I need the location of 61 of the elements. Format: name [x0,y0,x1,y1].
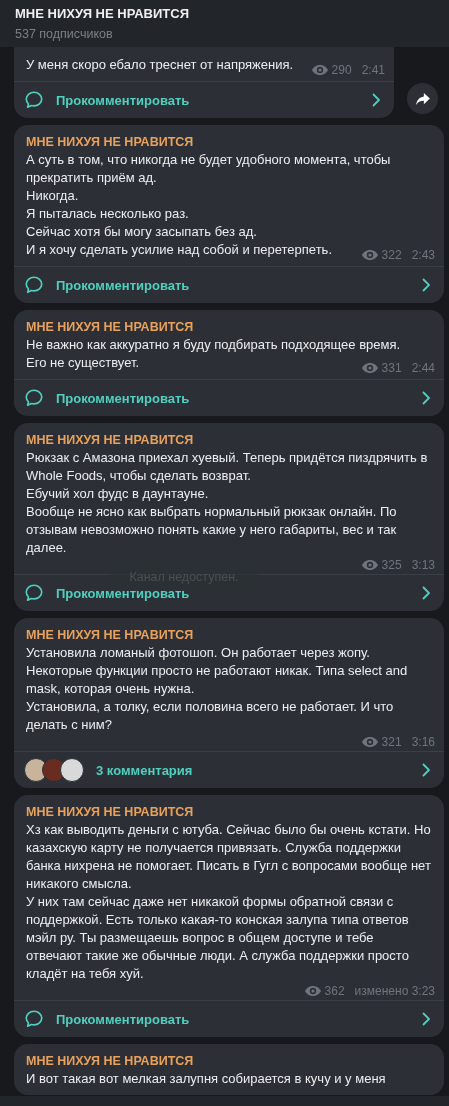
chevron-icon [372,93,380,107]
view-count: 325 [381,558,402,572]
message-text: Установила ломаный фотошоп. Он работает через жопу. [26,644,371,662]
message-time: 2:43 [411,248,435,262]
message-text: Сейчас хотя бы могу засыпать без ад. [26,223,258,241]
author-name: МНЕ НИХУЯ НЕ НРАВИТСЯ [25,627,195,643]
share-icon [415,92,430,105]
channel-title: МНЕ НИХУЯ НЕ НРАВИТСЯ [15,5,190,23]
eye-icon [311,65,328,75]
author-name: МНЕ НИХУЯ НЕ НРАВИТСЯ [25,804,195,820]
chevron-icon [422,391,430,405]
chevron-icon [422,278,430,292]
view-count: 322 [381,248,402,262]
comment-icon [24,1009,44,1029]
chevron-icon [422,763,430,777]
message-text: Ебучий хол фудс в даунтауне. [26,485,210,503]
message-text: Его не существует. [26,355,140,370]
message-text: У меня скоро ебало треснет от напряжения. [26,57,294,72]
comment-icon [24,583,44,603]
message-time: изменено 3:23 [354,984,435,998]
message-text: Не важно как аккуратно я буду подбирать подходящее время. [26,336,402,354]
eye-icon [361,363,378,373]
comments-button[interactable]: 3 комментария [14,751,444,788]
message-text: Вообще не ясно как выбрать нормальный рюкзак онлайн. По отзывам невозможно понять какие у него габариты, вес и так далее. [26,504,397,555]
comments-button[interactable]: Прокомментировать [14,379,444,416]
author-name: МНЕ НИХУЯ НЕ НРАВИТСЯ [25,1053,195,1069]
chevron-icon [422,586,430,600]
message-time: 3:13 [411,558,435,572]
message-time: 2:41 [361,63,385,77]
comments-button[interactable]: Прокомментировать [14,1000,444,1037]
view-count: 362 [324,984,345,998]
comments-button[interactable]: Прокомментировать [14,81,394,118]
comment-icon [24,90,44,110]
author-name: МНЕ НИХУЯ НЕ НРАВИТСЯ [25,134,195,150]
message-text: Никогда. [26,187,80,205]
view-count: 321 [381,735,402,749]
chevron-icon [422,1012,430,1026]
message-time: 3:16 [411,735,435,749]
message-text: Установила, а толку, если половина всего не работает. И что делать с ним? [26,699,394,732]
eye-icon [361,560,378,570]
message-text: Рюкзак с Амазона приехал хуевый. Теперь придётся пиздрячить в Whole Foods, чтобы сделать возврат. [26,449,429,485]
message-text: А суть в том, что никогда не будет удобного момента, чтобы прекратить приём ад. [26,151,392,187]
author-name: МНЕ НИХУЯ НЕ НРАВИТСЯ [25,432,195,448]
eye-icon [304,986,321,996]
subscriber-count: 537 подписчиков [15,26,114,43]
comment-icon [24,388,44,408]
eye-icon [361,250,378,260]
message-text: У них там сейчас даже нет никакой формы обратной связи с поддержкой. Есть только какая-то конская залупа типа ответов мэйл ру. Ты размещаешь вопрос в общем доступе и тебе отвечают такие же обычные люди. А служба поддержки просто кладёт на тебя хуй. [26,894,409,981]
message-text: Я пыталась несколько раз. [26,205,190,223]
message-text: Хз как выводить деньги с ютуба. Сейчас было бы очень кстати. Но казахскую карту не получается привязать. Служба поддержки банка нихрена не помогает. Писать в Гугл с вопросами вообще нет никакого смысла. [26,821,432,893]
message-time: 2:44 [411,361,435,375]
eye-icon [361,737,378,747]
message-text: И я хочу сделать усилие над собой и перетерпеть. [26,242,332,257]
comments-button[interactable]: Прокомментировать [14,266,444,303]
message-text: И вот такая вот мелкая залупня собирается в кучу и у меня [26,1070,387,1088]
author-name: МНЕ НИХУЯ НЕ НРАВИТСЯ [25,319,195,335]
message-text: Некоторые функции просто не работают никак. Типа select and mask, которая очень нужна. [26,662,409,698]
comment-icon [24,275,44,295]
share-button[interactable] [407,83,438,114]
view-count: 331 [381,361,402,375]
view-count: 290 [331,63,352,77]
